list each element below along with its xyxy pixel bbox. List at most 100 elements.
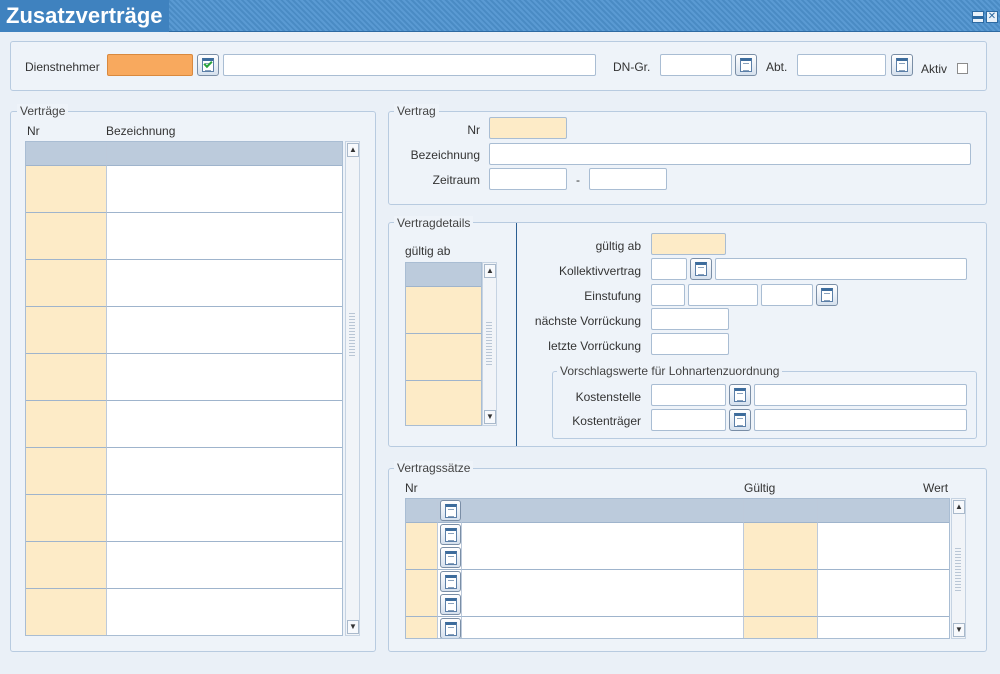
bezeichnung-cell[interactable] bbox=[107, 471, 342, 495]
einstufung-field-3[interactable] bbox=[761, 284, 813, 306]
table-row[interactable] bbox=[26, 424, 342, 448]
calendar-icon[interactable] bbox=[690, 258, 712, 280]
table-row[interactable] bbox=[26, 377, 342, 401]
scroll-grip-icon[interactable] bbox=[349, 312, 355, 356]
kostenstelle-name-field[interactable] bbox=[754, 384, 967, 406]
letzte-vorrueckung-field[interactable] bbox=[651, 333, 729, 355]
nr-cell[interactable] bbox=[26, 259, 107, 284]
kostentraeger-nr-field[interactable] bbox=[651, 409, 726, 431]
dienstnehmer-nr-field[interactable] bbox=[107, 54, 193, 76]
nr-cell[interactable] bbox=[406, 569, 438, 594]
nr-cell[interactable] bbox=[26, 588, 107, 613]
table-row[interactable] bbox=[26, 518, 342, 542]
einstufung-field-2[interactable] bbox=[688, 284, 758, 306]
scroll-down-icon[interactable]: ▼ bbox=[953, 623, 965, 637]
gueltig-ab-cell[interactable] bbox=[406, 404, 481, 425]
vertraege-grid[interactable] bbox=[25, 141, 343, 636]
kostenstelle-nr-field[interactable] bbox=[651, 384, 726, 406]
bezeichnung-cell[interactable] bbox=[107, 447, 342, 472]
table-row[interactable] bbox=[26, 447, 342, 472]
nr-cell[interactable] bbox=[26, 377, 107, 401]
vertraege-scrollbar[interactable]: ▲ ▼ bbox=[345, 141, 360, 636]
dn-gr-field[interactable] bbox=[660, 54, 732, 76]
bezeichnung-cell[interactable] bbox=[107, 165, 342, 190]
aktiv-checkbox[interactable] bbox=[957, 63, 968, 74]
bezeichnung-cell[interactable] bbox=[107, 259, 342, 284]
gueltig-ab-list[interactable] bbox=[405, 262, 482, 426]
table-row[interactable] bbox=[406, 616, 949, 638]
bezeichnung-cell[interactable] bbox=[107, 400, 342, 425]
kollektivvertrag-nr-field[interactable] bbox=[651, 258, 687, 280]
table-row[interactable] bbox=[26, 588, 342, 613]
nr-cell[interactable] bbox=[26, 541, 107, 566]
calendar-icon[interactable] bbox=[440, 617, 461, 638]
nr-cell[interactable] bbox=[26, 612, 107, 635]
bezeichnung-cell[interactable] bbox=[107, 212, 342, 237]
nr-cell[interactable] bbox=[406, 522, 438, 547]
scroll-up-icon[interactable]: ▲ bbox=[347, 143, 359, 157]
bezeichnung-cell[interactable] bbox=[107, 377, 342, 401]
table-row[interactable] bbox=[406, 380, 481, 405]
scroll-down-icon[interactable]: ▼ bbox=[347, 620, 359, 634]
bezeichnung-cell[interactable] bbox=[107, 353, 342, 378]
kollektivvertrag-name-field[interactable] bbox=[715, 258, 967, 280]
nr-cell[interactable] bbox=[26, 447, 107, 472]
bezeichnung-cell[interactable] bbox=[107, 494, 342, 519]
table-row[interactable] bbox=[406, 310, 481, 334]
nr-cell[interactable] bbox=[26, 518, 107, 542]
gueltig-ab-cell[interactable] bbox=[406, 286, 481, 311]
scroll-up-icon[interactable]: ▲ bbox=[484, 264, 496, 278]
calendar-icon[interactable] bbox=[729, 384, 751, 406]
table-row[interactable] bbox=[406, 357, 481, 381]
scroll-grip-icon[interactable] bbox=[486, 321, 492, 365]
bezeichnung-cell[interactable] bbox=[107, 330, 342, 354]
bezeichnung-cell[interactable] bbox=[107, 424, 342, 448]
abt-field[interactable] bbox=[797, 54, 886, 76]
nr-cell[interactable] bbox=[26, 353, 107, 378]
wert-cell[interactable] bbox=[818, 593, 949, 617]
table-row[interactable] bbox=[26, 494, 342, 519]
bezeichnung-cell[interactable] bbox=[107, 283, 342, 307]
table-row[interactable] bbox=[26, 353, 342, 378]
table-row[interactable] bbox=[26, 212, 342, 237]
nr-cell[interactable] bbox=[26, 330, 107, 354]
wert-cell[interactable] bbox=[818, 522, 949, 547]
wert-cell[interactable] bbox=[818, 616, 949, 638]
calendar-icon[interactable] bbox=[729, 409, 751, 431]
dienstnehmer-name-field[interactable] bbox=[223, 54, 596, 76]
calendar-icon[interactable] bbox=[816, 284, 838, 306]
calendar-icon[interactable] bbox=[891, 54, 913, 76]
calendar-icon[interactable] bbox=[735, 54, 757, 76]
bezeichnung-cell[interactable] bbox=[107, 189, 342, 213]
bezeichnung-cell[interactable] bbox=[107, 541, 342, 566]
table-row[interactable] bbox=[26, 283, 342, 307]
nr-cell[interactable] bbox=[26, 424, 107, 448]
bezeichnung-cell[interactable] bbox=[107, 612, 342, 635]
check-icon[interactable] bbox=[197, 54, 219, 76]
bezeichnung-cell[interactable] bbox=[462, 522, 744, 547]
naechste-vorrueckung-field[interactable] bbox=[651, 308, 729, 330]
bezeichnung-cell[interactable] bbox=[462, 546, 744, 570]
bezeichnung-cell[interactable] bbox=[107, 306, 342, 331]
gueltig-cell[interactable] bbox=[744, 616, 818, 638]
calendar-icon[interactable] bbox=[440, 500, 461, 521]
gueltig-ab-scrollbar[interactable]: ▲ ▼ bbox=[482, 262, 497, 426]
calendar-icon[interactable] bbox=[440, 523, 461, 545]
gueltig-ab-cell[interactable] bbox=[406, 357, 481, 381]
calendar-icon[interactable] bbox=[440, 570, 461, 592]
table-row[interactable] bbox=[26, 306, 342, 331]
nr-cell[interactable] bbox=[26, 212, 107, 237]
table-row[interactable] bbox=[26, 259, 342, 284]
einstufung-field-1[interactable] bbox=[651, 284, 685, 306]
bezeichnung-cell[interactable] bbox=[462, 569, 744, 594]
nr-cell[interactable] bbox=[26, 236, 107, 260]
bezeichnung-cell[interactable] bbox=[107, 565, 342, 589]
nr-cell[interactable] bbox=[26, 283, 107, 307]
vertrag-bezeichnung-field[interactable] bbox=[489, 143, 971, 165]
calendar-icon[interactable] bbox=[440, 594, 461, 615]
nr-cell[interactable] bbox=[406, 616, 438, 638]
table-row[interactable] bbox=[406, 333, 481, 358]
table-row[interactable] bbox=[406, 546, 949, 570]
table-row[interactable] bbox=[26, 612, 342, 635]
table-row[interactable] bbox=[26, 189, 342, 213]
